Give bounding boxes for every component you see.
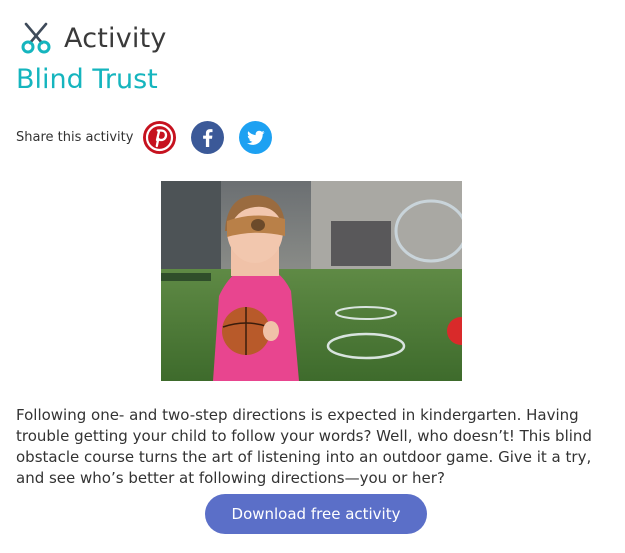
cut-off-breadcrumb: [16, 0, 616, 3]
pinterest-icon: [146, 123, 174, 152]
twitter-icon: [247, 130, 265, 145]
facebook-icon: [203, 129, 213, 147]
activity-title: Blind Trust: [16, 64, 158, 95]
section-label: Activity: [64, 22, 167, 54]
twitter-share-button[interactable]: [239, 121, 273, 154]
activity-photo: [161, 181, 462, 381]
download-activity-button[interactable]: Download free activity: [205, 494, 427, 534]
share-bar: Share this activity: [16, 121, 287, 154]
activity-description: Following one- and two-step directions i…: [16, 406, 592, 487]
facebook-share-button[interactable]: [191, 121, 225, 154]
scissors-icon: [21, 22, 51, 54]
activity-header: Activity: [18, 20, 167, 56]
share-label: Share this activity: [16, 130, 134, 145]
pinterest-share-button[interactable]: [143, 121, 177, 154]
